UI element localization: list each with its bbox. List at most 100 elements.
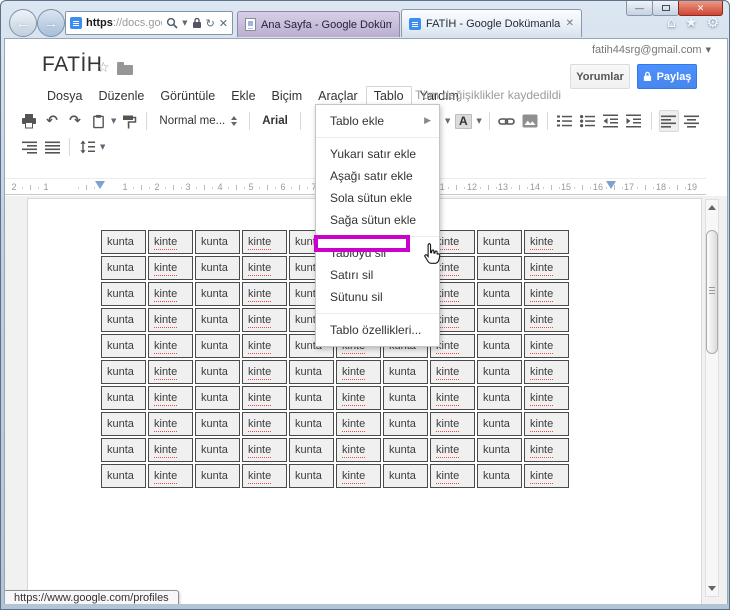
- table-cell[interactable]: kunta: [101, 464, 146, 488]
- styles-dropdown[interactable]: Normal me...: [154, 110, 242, 132]
- close-tab-icon[interactable]: ✕: [566, 18, 574, 29]
- table-cell[interactable]: kunta: [477, 282, 522, 306]
- table-cell[interactable]: kinte: [524, 386, 569, 410]
- table-cell[interactable]: kunta: [195, 464, 240, 488]
- table-cell[interactable]: kinte: [524, 438, 569, 462]
- highlight-color-button[interactable]: A: [453, 110, 473, 132]
- table-cell[interactable]: kinte: [336, 464, 381, 488]
- table-cell[interactable]: kinte: [336, 386, 381, 410]
- star-document-icon[interactable]: ☆: [97, 60, 110, 76]
- text-color-dropdown-icon[interactable]: ▼: [445, 117, 450, 125]
- line-spacing-dropdown-icon[interactable]: ▼: [100, 143, 105, 151]
- forward-button[interactable]: →: [37, 9, 65, 37]
- table-cell[interactable]: kinte: [242, 282, 287, 306]
- table-cell[interactable]: kunta: [383, 412, 428, 436]
- table-cell[interactable]: kinte: [242, 386, 287, 410]
- folder-icon[interactable]: [117, 62, 133, 75]
- table-cell[interactable]: kunta: [477, 360, 522, 384]
- scroll-up-arrow-icon[interactable]: [706, 201, 718, 214]
- table-cell[interactable]: kinte: [430, 464, 475, 488]
- clipboard-dropdown-icon[interactable]: ▼: [111, 117, 116, 125]
- menubar-item-görüntüle[interactable]: Görüntüle: [152, 86, 223, 106]
- table-cell[interactable]: kinte: [242, 230, 287, 254]
- table-cell[interactable]: kinte: [148, 282, 193, 306]
- tab-ana-sayfa[interactable]: Ana Sayfa - Google Dokümanlar: [237, 11, 400, 37]
- table-cell[interactable]: kunta: [195, 282, 240, 306]
- table-cell[interactable]: kinte: [148, 438, 193, 462]
- table-cell[interactable]: kunta: [195, 334, 240, 358]
- scroll-down-arrow-icon[interactable]: [706, 582, 718, 595]
- table-cell[interactable]: kinte: [148, 256, 193, 280]
- menu-item[interactable]: Sola sütun ekle: [316, 187, 439, 209]
- align-center-button[interactable]: [682, 110, 702, 132]
- table-cell[interactable]: kinte: [430, 360, 475, 384]
- table-cell[interactable]: kunta: [477, 230, 522, 254]
- table-cell[interactable]: kinte: [242, 256, 287, 280]
- table-cell[interactable]: kinte: [148, 412, 193, 436]
- menu-item[interactable]: Satırı sil: [316, 264, 439, 286]
- undo-button[interactable]: ↶: [42, 110, 62, 132]
- menubar-item-dosya[interactable]: Dosya: [39, 86, 90, 106]
- table-cell[interactable]: kinte: [430, 386, 475, 410]
- table-cell[interactable]: kunta: [101, 230, 146, 254]
- insert-image-button[interactable]: [520, 110, 540, 132]
- table-cell[interactable]: kunta: [289, 464, 334, 488]
- table-cell[interactable]: kinte: [148, 386, 193, 410]
- table-cell[interactable]: kunta: [195, 412, 240, 436]
- menu-item[interactable]: Aşağı satır ekle: [316, 165, 439, 187]
- table-cell[interactable]: kinte: [242, 334, 287, 358]
- table-cell[interactable]: kunta: [289, 438, 334, 462]
- numbered-list-button[interactable]: [555, 110, 575, 132]
- highlight-dropdown-icon[interactable]: ▼: [476, 117, 481, 125]
- home-icon[interactable]: ⌂: [667, 14, 676, 32]
- table-cell[interactable]: kunta: [101, 438, 146, 462]
- table-cell[interactable]: kinte: [524, 334, 569, 358]
- menu-item[interactable]: Sağa sütun ekle: [316, 209, 439, 231]
- back-button[interactable]: ←: [9, 9, 37, 37]
- table-cell[interactable]: kunta: [101, 308, 146, 332]
- tab-fatih-active[interactable]: FATİH - Google Dokümanlar ✕: [401, 9, 582, 37]
- table-cell[interactable]: kunta: [195, 360, 240, 384]
- table-cell[interactable]: kinte: [524, 230, 569, 254]
- table-cell[interactable]: kunta: [477, 412, 522, 436]
- share-button[interactable]: Paylaş: [637, 64, 697, 89]
- table-cell[interactable]: kinte: [524, 360, 569, 384]
- settings-gear-icon[interactable]: ⚙: [706, 14, 719, 32]
- table-cell[interactable]: kinte: [242, 412, 287, 436]
- redo-button[interactable]: ↷: [65, 110, 85, 132]
- table-cell[interactable]: kunta: [289, 412, 334, 436]
- address-dropdown-icon[interactable]: ▼: [182, 19, 187, 27]
- menu-item[interactable]: Tablo özellikleri...: [316, 319, 439, 341]
- menubar-item-düzenle[interactable]: Düzenle: [90, 86, 152, 106]
- table-cell[interactable]: kinte: [242, 438, 287, 462]
- table-cell[interactable]: kunta: [383, 360, 428, 384]
- table-cell[interactable]: kinte: [148, 334, 193, 358]
- menubar-item-araçlar[interactable]: Araçlar: [310, 86, 366, 106]
- scrollbar-thumb[interactable]: [706, 230, 718, 354]
- vertical-scrollbar[interactable]: [705, 199, 719, 597]
- table-cell[interactable]: kinte: [148, 360, 193, 384]
- menu-item[interactable]: Tablo ekle ▶: [316, 110, 439, 132]
- comments-button[interactable]: Yorumlar: [570, 64, 630, 89]
- minimize-button[interactable]: —: [626, 1, 653, 16]
- ruler-indent-marker[interactable]: [606, 181, 616, 189]
- refresh-icon[interactable]: ↻: [206, 18, 215, 29]
- table-cell[interactable]: kunta: [477, 386, 522, 410]
- menu-item[interactable]: Tabloyu sil: [316, 242, 439, 264]
- print-button[interactable]: [19, 110, 39, 132]
- table-cell[interactable]: kinte: [524, 412, 569, 436]
- paint-format-button[interactable]: [119, 110, 139, 132]
- table-cell[interactable]: kinte: [524, 308, 569, 332]
- menubar-item-tablo[interactable]: Tablo: [365, 85, 412, 106]
- table-cell[interactable]: kinte: [336, 438, 381, 462]
- table-cell[interactable]: kunta: [195, 438, 240, 462]
- table-cell[interactable]: kunta: [195, 230, 240, 254]
- menubar-item-ekle[interactable]: Ekle: [223, 86, 263, 106]
- table-cell[interactable]: kinte: [336, 360, 381, 384]
- table-cell[interactable]: kunta: [195, 308, 240, 332]
- table-cell[interactable]: kunta: [383, 386, 428, 410]
- favorites-star-icon[interactable]: ★: [685, 14, 698, 32]
- table-cell[interactable]: kunta: [477, 438, 522, 462]
- table-cell[interactable]: kinte: [242, 360, 287, 384]
- document-title[interactable]: FATİH: [42, 53, 102, 77]
